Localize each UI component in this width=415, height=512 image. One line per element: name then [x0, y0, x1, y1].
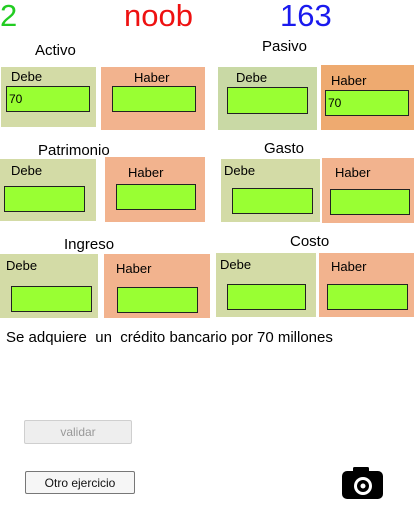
activo-haber-input[interactable]: [112, 86, 196, 112]
debe-label: Debe: [220, 257, 252, 272]
pasivo-haber-panel: Haber: [321, 65, 414, 130]
haber-label: Haber: [116, 261, 152, 276]
pasivo-haber-input[interactable]: [325, 90, 409, 116]
gasto-debe-panel: Debe: [221, 159, 320, 222]
account-title-patrimonio: Patrimonio: [38, 142, 110, 159]
gasto-debe-input[interactable]: [232, 188, 313, 214]
haber-label: Haber: [335, 165, 371, 180]
costo-debe-input[interactable]: [227, 284, 306, 310]
haber-label: Haber: [128, 165, 164, 180]
haber-label: Haber: [331, 259, 367, 274]
account-title-activo: Activo: [35, 42, 76, 59]
camera-icon[interactable]: [341, 465, 385, 501]
haber-label: Haber: [134, 70, 170, 85]
activo-haber-panel: Haber: [101, 67, 205, 130]
account-title-costo: Costo: [290, 233, 330, 250]
costo-haber-panel: Haber: [319, 253, 414, 317]
ingreso-debe-panel: Debe: [0, 254, 98, 318]
pasivo-debe-panel: Debe: [218, 67, 317, 130]
patrimonio-haber-panel: Haber: [105, 157, 205, 222]
activo-debe-input[interactable]: [6, 86, 90, 112]
score-right: 163: [280, 0, 332, 33]
score-left: 2: [0, 0, 18, 33]
pasivo-debe-input[interactable]: [227, 87, 308, 114]
level-label: noob: [124, 0, 193, 33]
patrimonio-haber-input[interactable]: [116, 184, 196, 210]
ingreso-debe-input[interactable]: [11, 286, 92, 312]
costo-haber-input[interactable]: [327, 284, 408, 310]
gasto-haber-panel: Haber: [322, 158, 414, 223]
next-exercise-button[interactable]: Otro ejercicio: [25, 471, 135, 494]
account-title-gasto: Gasto: [264, 140, 305, 157]
ingreso-haber-panel: Haber: [104, 254, 210, 318]
debe-label: Debe: [11, 163, 43, 178]
debe-label: Debe: [11, 69, 43, 84]
account-title-ingreso: Ingreso: [64, 236, 115, 253]
problem-statement: Se adquiere un crédito bancario por 70 m…: [6, 329, 333, 346]
ingreso-haber-input[interactable]: [117, 287, 198, 313]
haber-label: Haber: [331, 73, 367, 88]
patrimonio-debe-input[interactable]: [4, 186, 85, 212]
gasto-haber-input[interactable]: [330, 189, 410, 215]
debe-label: Debe: [236, 70, 268, 85]
costo-debe-panel: Debe: [216, 253, 316, 317]
patrimonio-debe-panel: Debe: [0, 159, 96, 221]
debe-label: Debe: [224, 163, 256, 178]
debe-label: Debe: [6, 258, 38, 273]
activo-debe-panel: Debe: [1, 67, 96, 127]
account-title-pasivo: Pasivo: [262, 38, 308, 55]
validate-button[interactable]: validar: [24, 420, 132, 444]
